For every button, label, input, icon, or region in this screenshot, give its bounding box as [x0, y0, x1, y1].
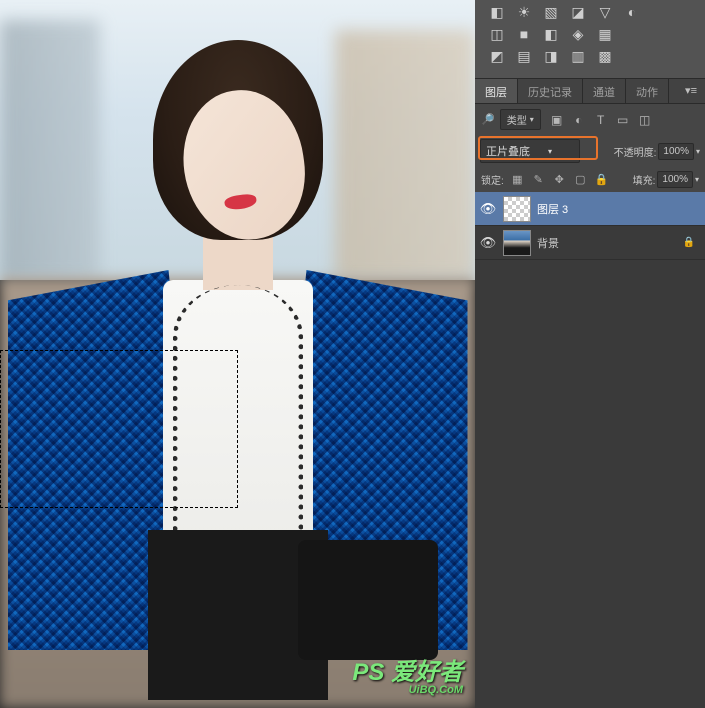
blend-mode-value: 正片叠底 — [486, 143, 530, 159]
tab-layers[interactable]: 图层 — [475, 79, 518, 103]
exposure-icon[interactable]: ◐ — [624, 4, 640, 20]
layer-thumbnail[interactable] — [503, 196, 531, 222]
search-icon[interactable]: 🔎 — [481, 113, 495, 126]
layer-kind-label: 类型 — [507, 112, 527, 127]
layer-row[interactable]: 👁 图层 3 — [475, 192, 705, 226]
ruler-icon[interactable]: ☀ — [516, 4, 532, 20]
levels-icon[interactable]: ◪ — [570, 4, 586, 20]
threshold-icon[interactable]: ◨ — [543, 48, 559, 64]
adjustments-panel: ◧ ☀ ▧ ◪ ▽ ◐ ◫ ■ ◧ ◈ ▦ ◩ ▤ ◨ ▥ ▩ — [475, 0, 705, 78]
watermark: PS 爱好者 UiBQ.CoM — [352, 661, 463, 696]
chevron-down-icon[interactable]: ▾ — [696, 147, 700, 156]
filter-smart-icon[interactable]: ◫ — [638, 113, 652, 127]
filter-type-icon[interactable]: T — [594, 113, 608, 127]
blend-mode-row: 正片叠底 ▾ 不透明度: 100% ▾ — [475, 135, 705, 167]
lock-transparency-icon[interactable]: ▦ — [511, 173, 524, 186]
visibility-toggle-icon[interactable]: 👁 — [479, 201, 497, 217]
tab-history[interactable]: 历史记录 — [518, 79, 583, 103]
document-canvas[interactable]: PS 爱好者 UiBQ.CoM — [0, 0, 475, 708]
lock-artboard-icon[interactable]: ▢ — [574, 173, 587, 186]
channel-mixer-icon[interactable]: ▦ — [597, 26, 613, 42]
tab-actions[interactable]: 动作 — [626, 79, 669, 103]
selective-color-icon[interactable]: ▩ — [597, 48, 613, 64]
lock-label: 锁定: — [481, 172, 504, 187]
panel-tabs: 图层 历史记录 通道 动作 ▾≡ — [475, 78, 705, 104]
watermark-sub: UiBQ.CoM — [352, 685, 463, 696]
blend-mode-dropdown[interactable]: 正片叠底 ▾ — [480, 139, 580, 163]
lock-pixels-icon[interactable]: ✎ — [532, 173, 545, 186]
lock-all-icon[interactable]: 🔒 — [595, 173, 608, 186]
chevron-down-icon[interactable]: ▾ — [695, 175, 699, 184]
filter-pixel-icon[interactable]: ▣ — [550, 113, 564, 127]
opacity-value[interactable]: 100% — [658, 143, 694, 160]
layer-list: 👁 图层 3 👁 背景 🔒 — [475, 192, 705, 708]
vibrance-icon[interactable]: ◫ — [489, 26, 505, 42]
layer-filter-row: 🔎 类型 ▾ ▣ ◐ T ▭ ◫ — [475, 104, 705, 135]
photo-content: PS 爱好者 UiBQ.CoM — [0, 0, 475, 708]
curves-icon[interactable]: ▽ — [597, 4, 613, 20]
layer-row[interactable]: 👁 背景 🔒 — [475, 226, 705, 260]
posterize-icon[interactable]: ▤ — [516, 48, 532, 64]
layer-name[interactable]: 图层 3 — [537, 201, 701, 217]
filter-adjust-icon[interactable]: ◐ — [572, 113, 586, 127]
eyedropper-icon[interactable]: ◧ — [489, 4, 505, 20]
hue-icon[interactable]: ■ — [516, 26, 532, 42]
lock-position-icon[interactable]: ✥ — [553, 173, 566, 186]
right-panel: ◧ ☀ ▧ ◪ ▽ ◐ ◫ ■ ◧ ◈ ▦ ◩ ▤ ◨ ▥ ▩ — [475, 0, 705, 708]
chevron-down-icon: ▾ — [530, 115, 534, 124]
layer-name[interactable]: 背景 — [537, 235, 677, 251]
layer-kind-dropdown[interactable]: 类型 ▾ — [500, 109, 541, 130]
invert-icon[interactable]: ◩ — [489, 48, 505, 64]
chevron-down-icon: ▾ — [548, 147, 552, 156]
gradient-map-icon[interactable]: ▥ — [570, 48, 586, 64]
fill-value[interactable]: 100% — [657, 171, 693, 188]
panel-menu-icon[interactable]: ▾≡ — [677, 79, 705, 103]
fill-label: 填充: — [633, 172, 656, 187]
bw-icon[interactable]: ◧ — [543, 26, 559, 42]
note-icon[interactable]: ▧ — [543, 4, 559, 20]
opacity-label: 不透明度: — [614, 144, 657, 159]
lock-row: 锁定: ▦ ✎ ✥ ▢ 🔒 填充: 100% ▾ — [475, 167, 705, 192]
lock-indicator-icon: 🔒 — [683, 237, 695, 248]
watermark-main: PS 爱好者 — [352, 659, 463, 686]
filter-shape-icon[interactable]: ▭ — [616, 113, 630, 127]
photo-filter-icon[interactable]: ◈ — [570, 26, 586, 42]
visibility-toggle-icon[interactable]: 👁 — [479, 235, 497, 251]
layer-thumbnail[interactable] — [503, 230, 531, 256]
tab-channels[interactable]: 通道 — [583, 79, 626, 103]
